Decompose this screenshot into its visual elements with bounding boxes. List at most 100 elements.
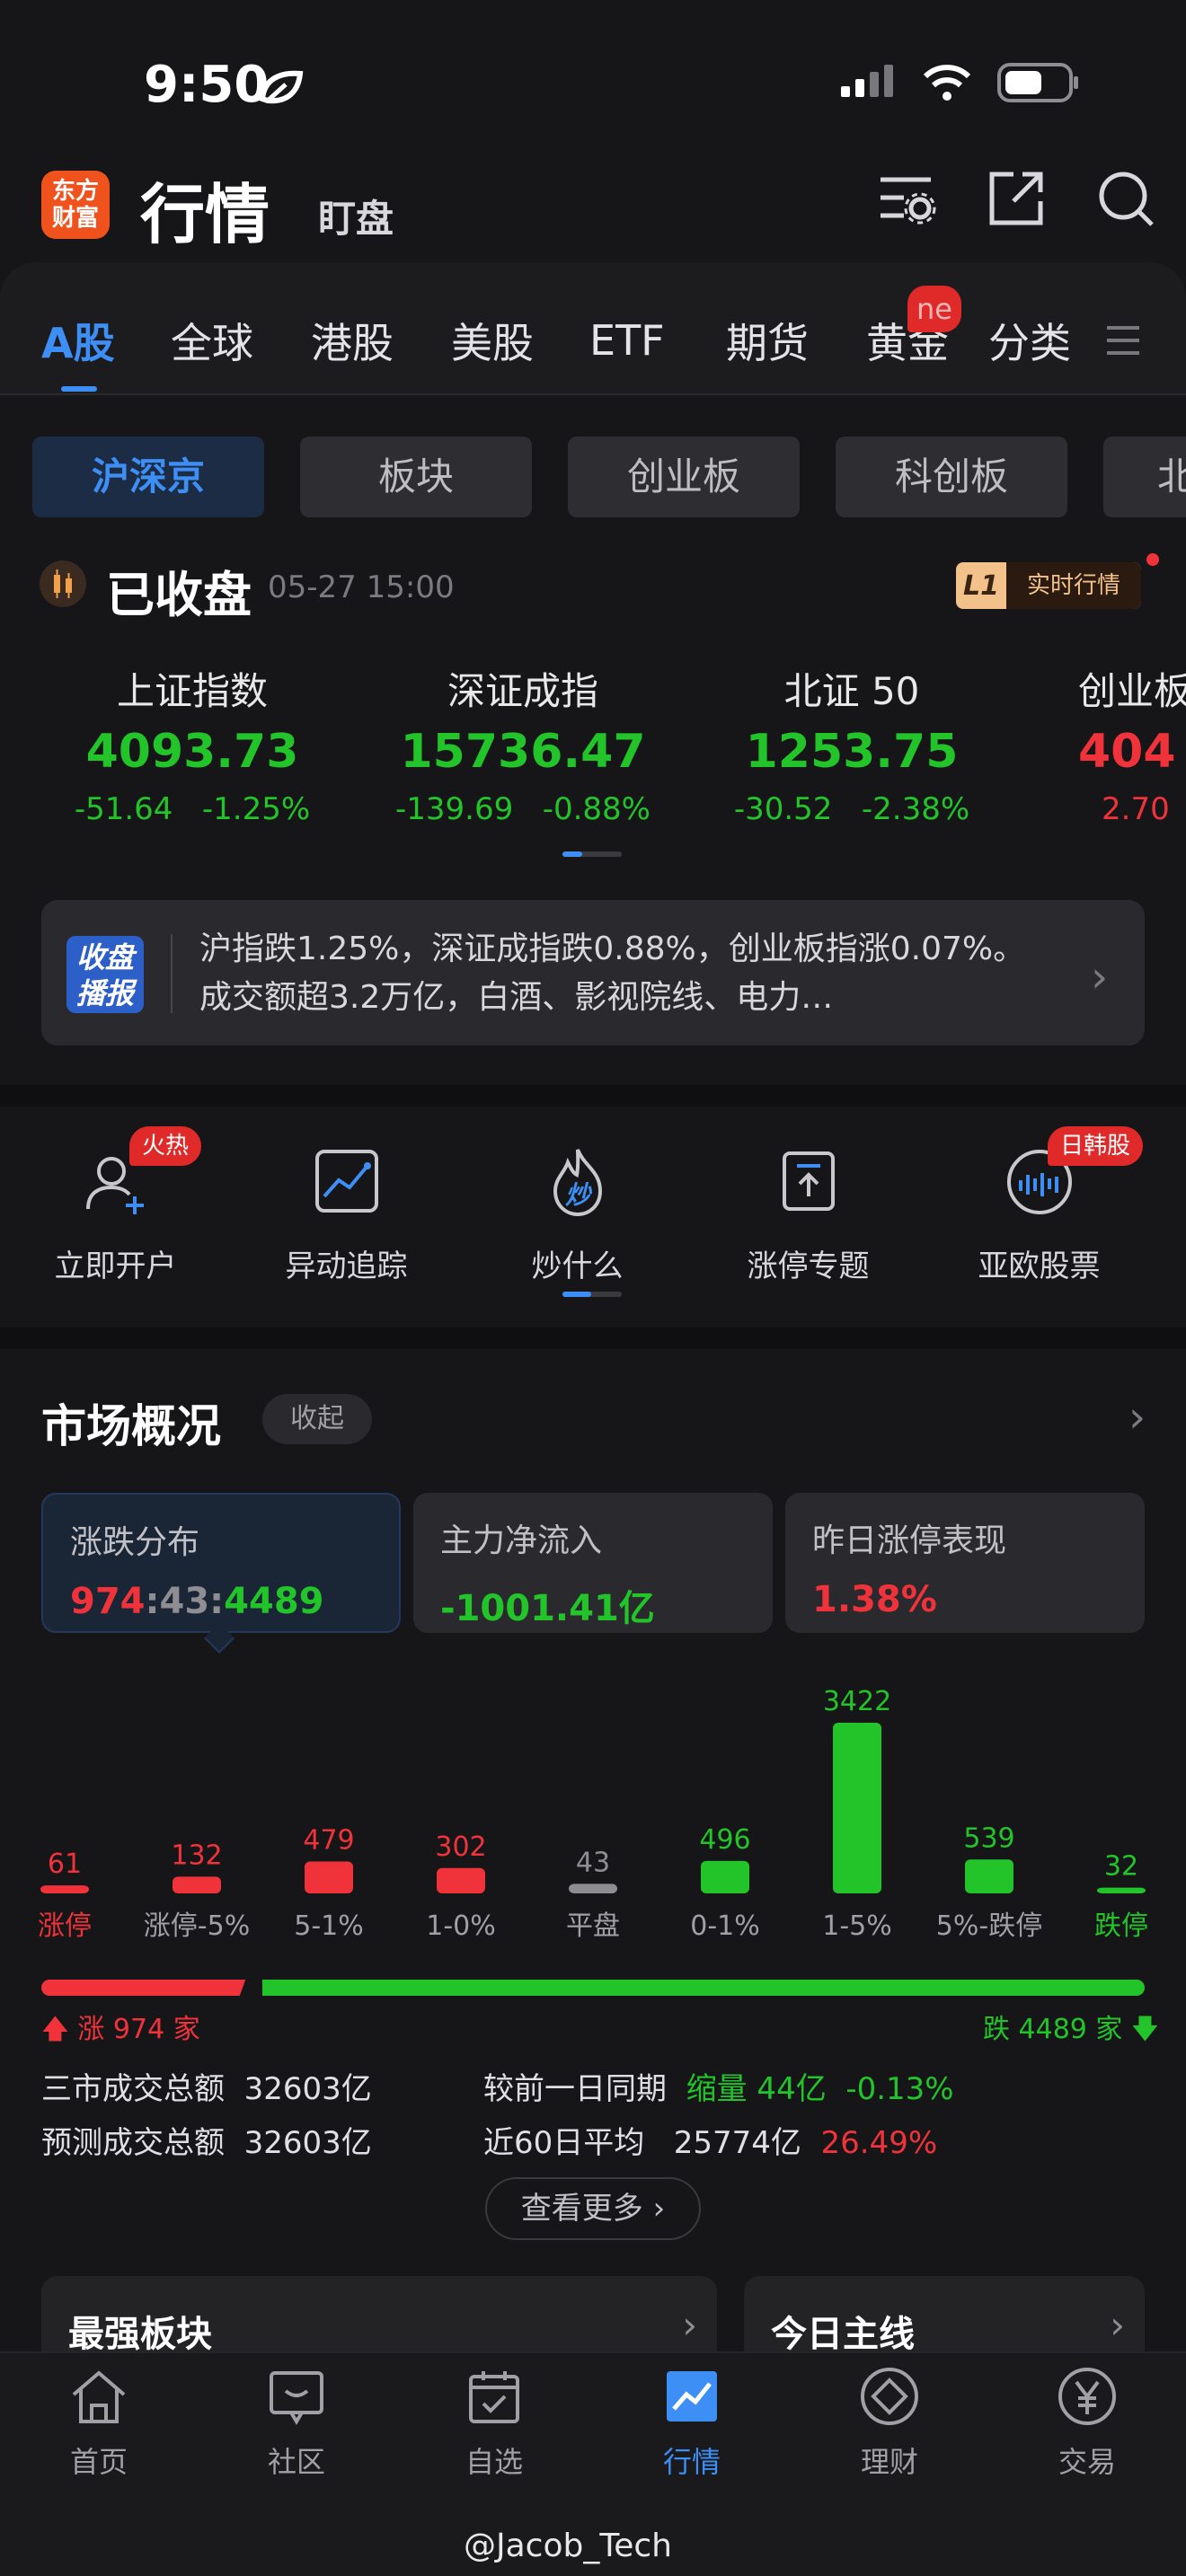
notification-dot <box>1146 553 1159 566</box>
index-card[interactable]: 创业板 404 2.70 <box>1078 661 1186 827</box>
chart-icon <box>667 2371 717 2422</box>
down-count: 跌 4489 家 🡇 <box>983 2014 1159 2045</box>
tab-category[interactable]: 分类 <box>988 311 1105 370</box>
weibo-watermark: @Jacob_Tech <box>464 2527 672 2564</box>
trend-chart-icon <box>314 1150 378 1213</box>
diamond-icon <box>861 2368 918 2425</box>
search-icon[interactable] <box>1096 169 1155 228</box>
broadcast-badge: 收盘 播报 <box>66 936 144 1013</box>
nav-community[interactable]: 社区 <box>198 2364 395 2481</box>
divider <box>0 393 1186 395</box>
tab-global[interactable]: 全球 <box>171 311 311 370</box>
chart-bar <box>305 1861 353 1893</box>
upload-box-icon <box>782 1151 835 1211</box>
nav-home[interactable]: 首页 <box>0 2364 198 2481</box>
collapse-button[interactable]: 收起 <box>262 1394 372 1444</box>
subtab-bj[interactable]: 北 <box>1103 437 1186 517</box>
chart-category-label: 涨停-5% <box>144 1910 250 1942</box>
candlestick-icon <box>40 560 86 607</box>
tab-futures[interactable]: 期货 <box>726 311 866 370</box>
chevron-right-icon: › <box>1110 2303 1125 2347</box>
nav-watchlist[interactable]: 自选 <box>395 2364 593 2481</box>
chart-category-label: 跌停 <box>1094 1910 1148 1942</box>
hot-badge: 火热 <box>129 1126 202 1166</box>
menu-icon[interactable] <box>1105 322 1141 358</box>
nav-market[interactable]: 行情 <box>593 2364 791 2481</box>
main-net-inflow-card[interactable]: 主力净流入 -1001.41亿 <box>413 1493 773 1633</box>
tab-hk[interactable]: 港股 <box>311 311 451 370</box>
shortcut-limit-up[interactable]: 涨停专题 <box>693 1126 924 1285</box>
page-indicator <box>562 851 622 857</box>
up-ratio-bar <box>41 1980 246 1996</box>
chart-value-label: 302 <box>435 1831 486 1863</box>
distribution-chart: 61 涨停 132 涨停-5% 479 5-1% 302 1-0% 43 平盘 496 0-1% 342… <box>38 1686 1148 1942</box>
chart-category-label: 1-0% <box>426 1910 496 1942</box>
korea-japan-badge: 日韩股 <box>1048 1126 1144 1166</box>
chart-value-label: 32 <box>1104 1851 1138 1883</box>
shortcut-anomaly-tracking[interactable]: 异动追踪 <box>231 1126 462 1285</box>
chat-icon <box>270 2371 323 2425</box>
nav-wealth[interactable]: 理财 <box>791 2364 988 2481</box>
chart-bar <box>569 1883 617 1893</box>
new-badge: ne <box>907 286 961 332</box>
bottom-nav-items: 首页 社区 自选 行情 理财 交易 <box>0 2364 1186 2481</box>
watch-tab[interactable]: 盯盘 <box>318 189 394 243</box>
see-more-button[interactable]: 查看更多 › <box>485 2177 701 2240</box>
cellular-icon <box>841 65 893 97</box>
chart-bar <box>437 1867 485 1893</box>
chart-category-label: 0-1% <box>690 1910 760 1942</box>
market-closed-label: 已收盘 <box>106 567 252 623</box>
shortcut-open-account[interactable]: 立即开户 火热 <box>0 1126 231 1285</box>
chart-bar <box>701 1860 749 1893</box>
page-indicator <box>562 1292 622 1297</box>
subtab-sector[interactable]: 板块 <box>300 437 532 517</box>
chart-value-label: 132 <box>171 1839 222 1871</box>
l1-label: L1 <box>963 569 999 602</box>
wifi-icon <box>923 65 971 101</box>
status-time: 9:50 <box>144 56 270 114</box>
subtab-hs[interactable]: 沪深京 <box>32 437 264 517</box>
shortcut-eurasia-stocks[interactable]: 亚欧股票 日韩股 <box>924 1126 1155 1285</box>
updown-distribution-card[interactable]: 涨跌分布 974:43:4489 <box>41 1493 401 1633</box>
yen-icon <box>1058 2368 1116 2425</box>
index-card[interactable]: 上证指数 4093.73 -51.64 -1.25% <box>31 661 354 827</box>
l1-realtime-badge[interactable]: L1 实时行情 <box>956 562 1141 609</box>
index-card[interactable]: 深证成指 15736.47 -139.69 -0.88% <box>361 661 685 827</box>
header-actions <box>877 169 1155 228</box>
section-divider <box>0 1328 1186 1349</box>
chevron-right-icon[interactable]: › <box>1128 1392 1146 1442</box>
index-card[interactable]: 北证 50 1253.75 -30.52 -2.38% <box>690 661 1013 827</box>
home-icon <box>72 2370 126 2423</box>
broadcast-text: 沪指跌1.25%，深证成指跌0.88%，创业板指涨0.07%。成交额超3.2万亿… <box>199 931 1026 1016</box>
market-overview-title: 市场概况 <box>41 1400 221 1452</box>
chart-bar <box>1097 1887 1146 1893</box>
tab-us[interactable]: 美股 <box>451 311 589 370</box>
subtab-gem[interactable]: 创业板 <box>568 437 800 517</box>
market-closed-time: 05-27 15:00 <box>268 569 455 605</box>
nav-trade[interactable]: 交易 <box>988 2364 1186 2481</box>
chart-category-label: 平盘 <box>566 1910 620 1942</box>
chart-category-label: 1-5% <box>822 1910 892 1942</box>
market-tabs: A股 全球 港股 美股 ETF 期货 黄金 分类 <box>41 311 1141 370</box>
section-divider <box>0 1085 1186 1107</box>
subtab-star[interactable]: 科创板 <box>836 437 1067 517</box>
svg-text:炒: 炒 <box>564 1180 592 1210</box>
chevron-right-icon: › <box>1091 952 1109 1002</box>
settings-list-icon[interactable] <box>877 169 936 228</box>
chart-value-label: 479 <box>303 1824 354 1856</box>
chart-category-label: 5%-跌停 <box>936 1910 1042 1942</box>
limit-up-performance-card[interactable]: 昨日涨停表现 1.38% <box>785 1493 1145 1633</box>
chart-bar <box>173 1876 221 1893</box>
share-icon[interactable] <box>987 169 1046 228</box>
shortcut-row: 立即开户 火热 异动追踪 炒 炒什么 涨停专题 亚欧股票 日韩股 <box>0 1126 1186 1285</box>
chart-bar <box>833 1723 881 1893</box>
shortcut-what-to-trade[interactable]: 炒 炒什么 <box>462 1126 693 1285</box>
active-tab-indicator <box>61 386 97 392</box>
tab-a-shares[interactable]: A股 <box>41 311 171 370</box>
chart-bar <box>965 1859 1013 1893</box>
realtime-label: 实时行情 <box>1006 562 1141 609</box>
chart-value-label: 61 <box>48 1848 82 1880</box>
app-logo: 东方 财富 <box>41 171 110 239</box>
compare-turnover: 较前一日同期 缩量 44亿 -0.13% <box>483 2071 954 2107</box>
tab-etf[interactable]: ETF <box>589 316 726 365</box>
